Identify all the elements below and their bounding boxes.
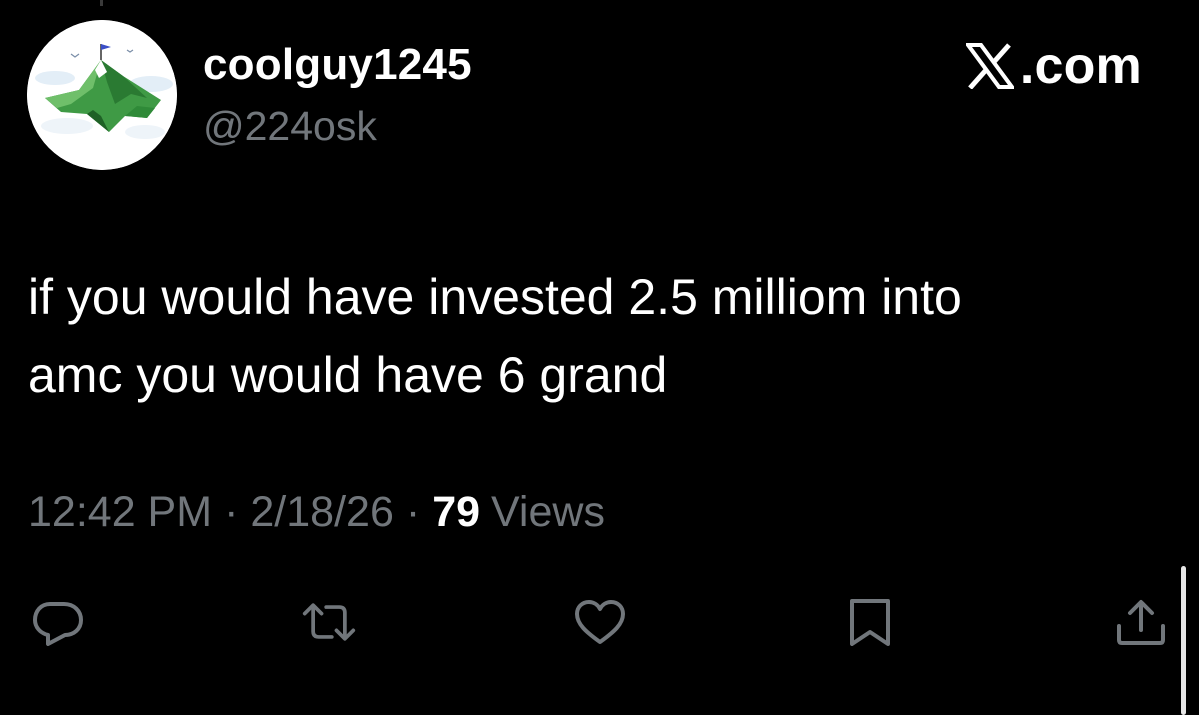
share-button[interactable]	[1113, 598, 1169, 646]
repost-button[interactable]	[301, 598, 357, 646]
scrollbar[interactable]	[1181, 566, 1186, 715]
brand-watermark: .com	[965, 37, 1142, 95]
tweet-time[interactable]: 12:42 PM	[28, 488, 212, 537]
views-count: 79	[432, 488, 481, 536]
author-display-name[interactable]: coolguy1245	[203, 40, 472, 90]
reply-button[interactable]	[30, 598, 86, 646]
x-logo-icon	[965, 43, 1014, 89]
meta-separator: ·	[405, 488, 421, 536]
bookmark-button[interactable]	[842, 598, 898, 646]
tweet-text-line-1: if you would have invested 2.5 milliom i…	[28, 269, 962, 325]
brand-domain-suffix: .com	[1019, 37, 1142, 95]
top-edge-artifact	[100, 0, 103, 6]
avatar[interactable]	[27, 20, 177, 170]
tweet-meta: 12:42 PM · 2/18/26 · 79 Views	[28, 488, 605, 537]
tweet-text: if you would have invested 2.5 milliom i…	[28, 258, 1168, 414]
tweet-screenshot: coolguy1245 @224osk .com if you would ha…	[0, 0, 1199, 715]
tweet-text-line-2: amc you would have 6 grand	[28, 347, 668, 403]
heart-icon	[575, 600, 625, 644]
meta-separator: ·	[224, 488, 239, 536]
bookmark-icon	[850, 599, 890, 646]
share-icon	[1117, 600, 1165, 645]
mountain-avatar-icon	[27, 20, 177, 170]
views-label: Views	[491, 488, 605, 536]
like-button[interactable]	[572, 598, 628, 646]
reply-icon	[33, 602, 83, 646]
repost-icon	[302, 603, 356, 641]
author-handle[interactable]: @224osk	[203, 103, 377, 150]
tweet-date[interactable]: 2/18/26	[250, 488, 393, 537]
